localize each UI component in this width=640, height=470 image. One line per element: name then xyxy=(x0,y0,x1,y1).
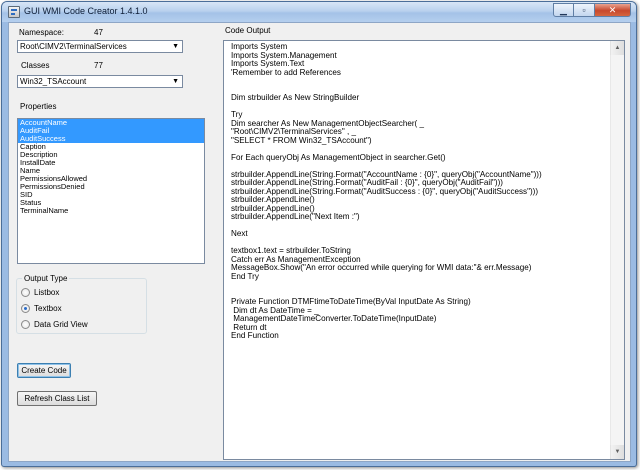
vertical-scrollbar[interactable] xyxy=(610,55,624,445)
refresh-class-list-button[interactable]: Refresh Class List xyxy=(17,391,97,406)
client-area: Namespace: 47 Root\CIMV2\TerminalService… xyxy=(8,22,631,462)
code-output-textbox[interactable]: Imports System Imports System.Management I… xyxy=(223,40,625,460)
textbox-radio-label[interactable]: Textbox xyxy=(34,304,62,313)
namespace-count: 47 xyxy=(94,28,103,37)
listbox-radio[interactable] xyxy=(21,288,30,297)
listbox-radio-label[interactable]: Listbox xyxy=(34,288,59,297)
textbox-radio[interactable] xyxy=(21,304,30,313)
code-line: Next xyxy=(231,229,248,238)
namespace-dropdown[interactable]: Root\CIMV2\TerminalServices ▼ xyxy=(17,40,183,53)
app-window: GUI WMI Code Creator 1.4.1.0 ▁ ▫ ✕ Names… xyxy=(1,1,637,467)
namespace-label: Namespace: xyxy=(19,28,64,37)
code-output-label: Code Output xyxy=(225,26,271,35)
data-grid-view-radio-label[interactable]: Data Grid View xyxy=(34,320,88,329)
code-line: 'Remember to add References xyxy=(231,67,341,77)
list-item[interactable]: TerminalName xyxy=(18,207,204,215)
output-type-label: Output Type xyxy=(22,274,70,283)
list-item[interactable]: AuditSuccess xyxy=(18,135,204,143)
classes-count: 77 xyxy=(94,61,103,70)
code-line: strbuilder.AppendLine("Next Item :") xyxy=(231,212,360,221)
code-line: End Try xyxy=(231,271,259,281)
close-button[interactable]: ✕ xyxy=(595,3,631,17)
create-code-button[interactable]: Create Code xyxy=(17,363,71,378)
classes-dropdown[interactable]: Win32_TSAccount ▼ xyxy=(17,75,183,88)
code-line: Dim strbuilder As New StringBuilder xyxy=(231,93,360,102)
title-bar[interactable]: GUI WMI Code Creator 1.4.1.0 ▁ ▫ ✕ xyxy=(2,2,636,22)
code-line: For Each queryObj As ManagementObject in… xyxy=(231,152,446,162)
list-item[interactable]: InstallDate xyxy=(18,159,204,167)
properties-listbox[interactable]: AccountName AuditFail AuditSuccess Caption D… xyxy=(17,118,205,264)
namespace-value: Root\CIMV2\TerminalServices xyxy=(20,42,127,51)
app-icon xyxy=(8,6,20,18)
properties-label: Properties xyxy=(20,102,57,111)
classes-label: Classes xyxy=(21,61,50,70)
maximize-button[interactable]: ▫ xyxy=(574,3,595,17)
scroll-up-icon[interactable]: ▲ xyxy=(610,41,624,55)
window-controls: ▁ ▫ ✕ xyxy=(553,3,631,18)
classes-value: Win32_TSAccount xyxy=(20,77,87,86)
code-text: Imports System Imports System.Management I… xyxy=(229,42,542,341)
code-line: "SELECT * FROM Win32_TSAccount") xyxy=(231,135,372,145)
window-title: GUI WMI Code Creator 1.4.1.0 xyxy=(24,6,148,16)
list-item[interactable]: PermissionsDenied xyxy=(18,183,204,191)
list-item[interactable]: SID xyxy=(18,191,204,199)
chevron-down-icon: ▼ xyxy=(172,43,179,50)
code-line: MessageBox.Show("An error occurred while… xyxy=(231,263,532,272)
data-grid-view-radio[interactable] xyxy=(21,320,30,329)
code-line: ManagementDateTimeConverter.ToDateTime(I… xyxy=(231,314,437,323)
code-line: End Function xyxy=(231,331,279,340)
chevron-down-icon: ▼ xyxy=(172,78,179,85)
scroll-down-icon[interactable]: ▼ xyxy=(610,445,624,459)
minimize-button[interactable]: ▁ xyxy=(553,3,574,17)
